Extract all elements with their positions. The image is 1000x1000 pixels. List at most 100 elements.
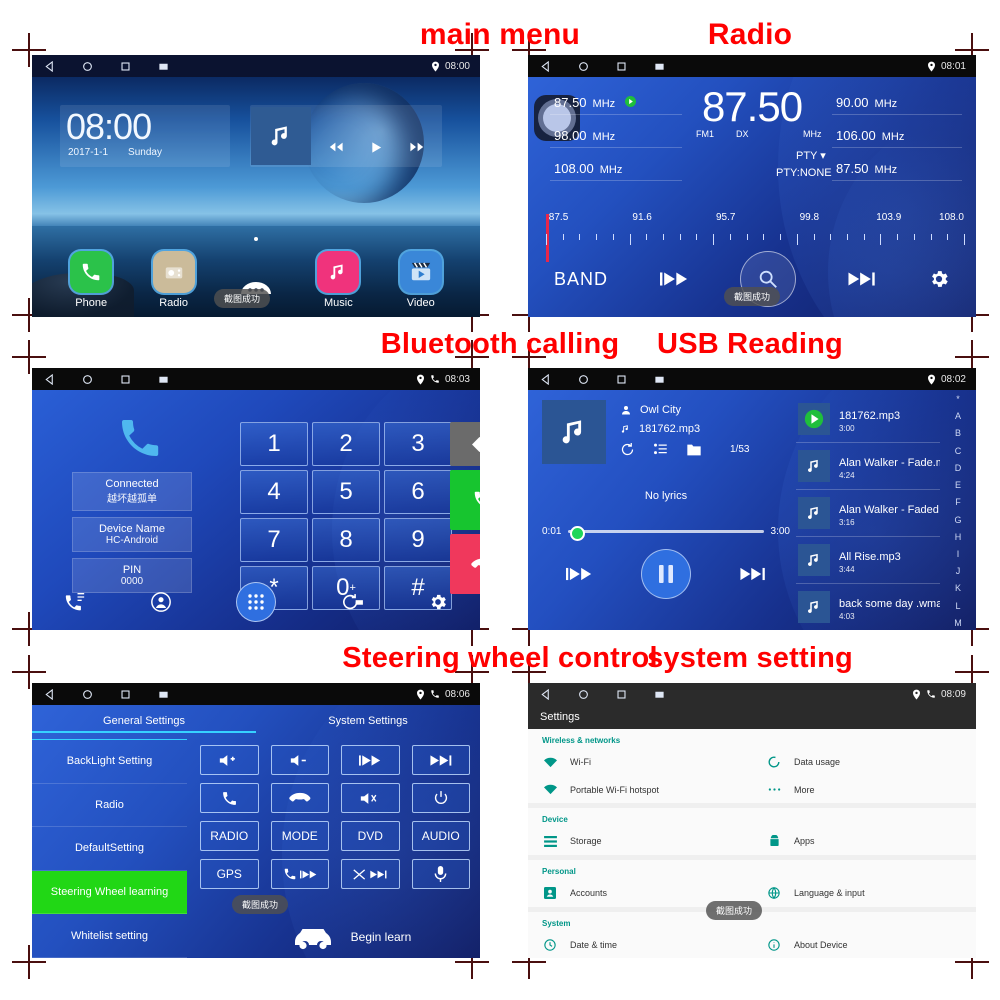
progress-knob[interactable] xyxy=(570,526,586,541)
next-icon[interactable] xyxy=(740,566,766,582)
repeat-icon[interactable] xyxy=(620,442,635,457)
alphabet-index-letter[interactable]: J xyxy=(956,566,961,576)
alphabet-index-letter[interactable]: E xyxy=(955,480,961,490)
alphabet-index-letter[interactable]: B xyxy=(955,428,961,438)
screenshot-icon[interactable] xyxy=(158,689,196,700)
key-2[interactable]: 2 xyxy=(312,422,380,466)
recents-icon[interactable] xyxy=(616,61,654,72)
settings-row-data-usage[interactable]: Data usage xyxy=(752,748,976,776)
key-7[interactable]: 7 xyxy=(240,518,308,562)
mute-icon[interactable] xyxy=(341,783,400,813)
next-track-icon[interactable] xyxy=(411,745,470,775)
preset-item[interactable]: 106.00 MHz xyxy=(832,128,962,148)
call-icon[interactable] xyxy=(450,470,480,530)
sidebar-item-steering-wheel-learning[interactable]: Steering Wheel learning xyxy=(32,870,187,915)
home-icon[interactable] xyxy=(578,61,616,72)
alphabet-index-letter[interactable]: F xyxy=(955,497,961,507)
home-icon[interactable] xyxy=(82,689,120,700)
call-icon[interactable] xyxy=(200,783,259,813)
key-4[interactable]: 4 xyxy=(240,470,308,514)
back-icon[interactable] xyxy=(44,60,82,72)
progress-track[interactable] xyxy=(568,526,764,541)
gear-icon[interactable] xyxy=(428,592,448,612)
track-row[interactable]: 181762.mp3 3:00 xyxy=(796,396,940,443)
recents-icon[interactable] xyxy=(616,374,654,385)
screenshot-icon[interactable] xyxy=(654,61,692,72)
settings-row-storage[interactable]: Storage xyxy=(528,827,752,855)
sidebar-item-default-setting[interactable]: DefaultSetting xyxy=(32,827,187,871)
track-row[interactable]: All Rise.mp3 3:44 xyxy=(796,537,940,584)
sidebar-item-backlight-setting[interactable]: BackLight Setting xyxy=(32,740,187,784)
settings-row-apps[interactable]: Apps xyxy=(752,827,976,855)
track-list[interactable]: 181762.mp3 3:00 Alan Walker - Fade.mp3 4… xyxy=(796,396,940,628)
recents-icon[interactable] xyxy=(616,689,654,700)
settings-row-hotspot[interactable]: Portable Wi-Fi hotspot xyxy=(528,776,752,803)
back-icon[interactable] xyxy=(540,688,578,700)
prev-icon[interactable] xyxy=(659,270,688,288)
next-icon[interactable] xyxy=(408,141,424,153)
sidebar-item-whitelist-setting[interactable]: Whitelist setting xyxy=(32,914,187,958)
key-3[interactable]: 3 xyxy=(384,422,452,466)
back-icon[interactable] xyxy=(540,373,578,385)
tab-general-settings[interactable]: General Settings xyxy=(32,715,256,733)
hangup-icon[interactable] xyxy=(270,783,329,813)
recents-icon[interactable] xyxy=(120,61,158,72)
dock-item-phone[interactable]: Phone xyxy=(55,251,127,309)
backspace-icon[interactable] xyxy=(450,422,480,466)
alphabet-index-letter[interactable]: H xyxy=(955,532,962,542)
dock-item-music[interactable]: Music xyxy=(302,251,374,309)
home-icon[interactable] xyxy=(82,61,120,72)
alphabet-index-letter[interactable]: A xyxy=(955,411,961,421)
track-row[interactable]: back some day .wma 4:03 xyxy=(796,584,940,628)
back-icon[interactable] xyxy=(44,373,82,385)
sidebar-item-radio[interactable]: Radio xyxy=(32,784,187,828)
screenshot-icon[interactable] xyxy=(654,374,692,385)
pty-dropdown[interactable]: PTY ▾ xyxy=(796,149,826,162)
screenshot-icon[interactable] xyxy=(654,689,692,700)
key-6[interactable]: 6 xyxy=(384,470,452,514)
call-prev-icon[interactable] xyxy=(270,859,329,889)
alphabet-index-letter[interactable]: I xyxy=(957,549,960,559)
preset-item[interactable]: 90.00 MHz xyxy=(832,95,962,115)
settings-row-wifi[interactable]: Wi-Fi xyxy=(528,748,752,776)
contacts-icon[interactable] xyxy=(150,591,172,613)
volume-down-icon[interactable] xyxy=(270,745,329,775)
sync-icon[interactable] xyxy=(340,592,364,612)
alphabet-index[interactable]: * A B C D E F G H I J K L M xyxy=(944,394,972,628)
prev-icon[interactable] xyxy=(566,566,592,582)
key-1[interactable]: 1 xyxy=(240,422,308,466)
prev-icon[interactable] xyxy=(329,141,345,153)
alphabet-index-letter[interactable]: G xyxy=(954,515,961,525)
tab-system-settings[interactable]: System Settings xyxy=(256,715,480,727)
settings-row-more[interactable]: More xyxy=(752,776,976,803)
dock-item-video[interactable]: Video xyxy=(385,251,457,309)
key-5[interactable]: 5 xyxy=(312,470,380,514)
settings-row-about-device[interactable]: About Device xyxy=(752,931,976,958)
volume-up-icon[interactable] xyxy=(200,745,259,775)
dialpad-icon[interactable] xyxy=(236,582,276,622)
recents-icon[interactable] xyxy=(120,374,158,385)
dock-item-apps[interactable]: 截图成功 xyxy=(213,263,292,309)
recents-icon[interactable] xyxy=(120,689,158,700)
dock-item-radio[interactable]: Radio xyxy=(138,251,210,309)
screenshot-icon[interactable] xyxy=(158,374,196,385)
button-dvd[interactable]: DVD xyxy=(341,821,400,851)
settings-row-language-input[interactable]: Language & input xyxy=(752,879,976,907)
back-icon[interactable] xyxy=(44,688,82,700)
begin-learn-row[interactable]: Begin learn xyxy=(232,924,470,950)
gear-icon[interactable] xyxy=(928,268,950,290)
folder-icon[interactable] xyxy=(686,443,702,457)
shuffle-next-icon[interactable] xyxy=(341,859,400,889)
button-mode[interactable]: MODE xyxy=(270,821,329,851)
preset-item[interactable]: 98.00 MHz xyxy=(550,128,682,148)
power-icon[interactable] xyxy=(411,783,470,813)
home-icon[interactable] xyxy=(82,374,120,385)
alphabet-index-letter[interactable]: M xyxy=(954,618,962,628)
key-8[interactable]: 8 xyxy=(312,518,380,562)
track-row[interactable]: Alan Walker - Faded (DJ版)... 3:16 xyxy=(796,490,940,537)
alphabet-index-letter[interactable]: K xyxy=(955,583,961,593)
alphabet-index-letter[interactable]: D xyxy=(955,463,962,473)
media-widget[interactable] xyxy=(250,105,442,167)
playlist-icon[interactable] xyxy=(653,442,668,457)
pause-icon[interactable] xyxy=(640,549,691,599)
